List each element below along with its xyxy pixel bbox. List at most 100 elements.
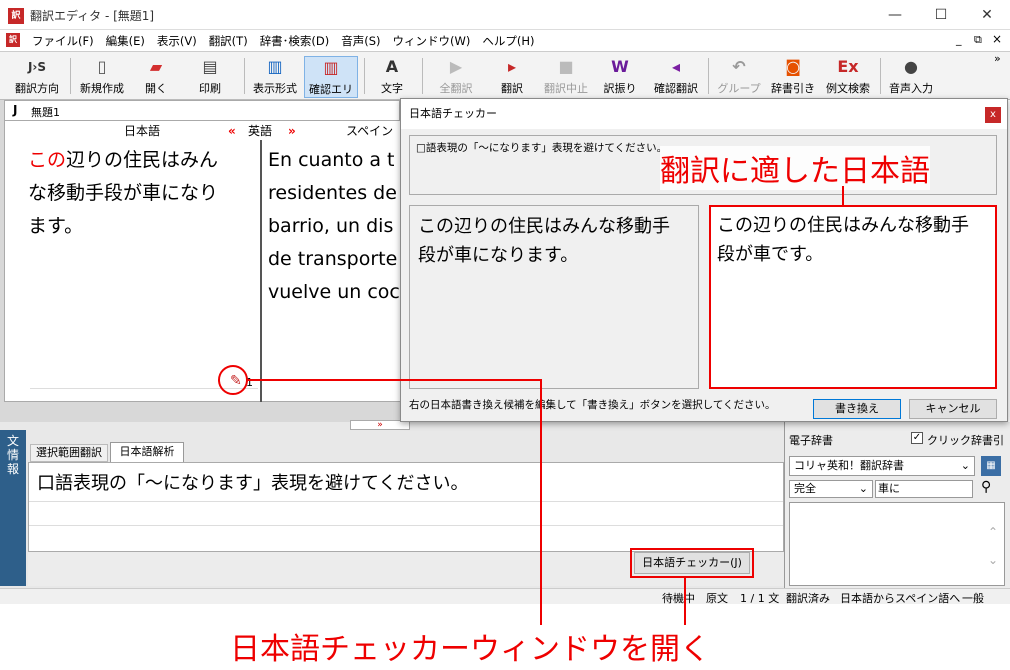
mdi-minimize-button[interactable]: _ bbox=[956, 33, 962, 46]
dictionary-results[interactable]: ⌃ ⌄ bbox=[789, 502, 1005, 586]
assign-button[interactable]: W 訳振り bbox=[598, 56, 642, 98]
menu-voice[interactable]: 音声(S) bbox=[335, 30, 386, 52]
mdi-restore-button[interactable]: ⧉ bbox=[974, 33, 982, 47]
example-icon: Ex bbox=[837, 57, 859, 76]
assign-icon: W bbox=[611, 57, 629, 76]
maximize-button[interactable]: ☐ bbox=[918, 0, 964, 30]
open-checker-annotation: 日本語チェッカーウィンドウを開く bbox=[230, 632, 710, 667]
close-button[interactable]: ✕ bbox=[964, 0, 1010, 30]
suggestion-text: この辺りの住民はみんな移動手段が車です。 bbox=[717, 215, 969, 265]
minimize-button[interactable]: — bbox=[872, 0, 918, 30]
pane-divider[interactable] bbox=[260, 140, 262, 402]
analysis-panel: 口語表現の「〜になります」表現を避けてください。 bbox=[28, 462, 784, 552]
japanese-column-header: 日本語 bbox=[124, 124, 161, 138]
spanish-column-header: スペイン bbox=[346, 124, 394, 138]
switch-left-arrow[interactable]: « bbox=[228, 122, 236, 140]
print-button[interactable]: ▤ 印刷 bbox=[186, 56, 234, 98]
match-mode-select[interactable]: 完全 ⌄ bbox=[789, 480, 873, 498]
status-field: 一般 bbox=[962, 592, 984, 605]
dialog-close-button[interactable]: x bbox=[985, 107, 1001, 123]
scroll-up-icon[interactable]: ⌃ bbox=[988, 525, 998, 539]
translate-all-button[interactable]: ▶ 全翻訳 bbox=[432, 56, 480, 98]
confirm-translate-button[interactable]: ◂ 確認翻訳 bbox=[650, 56, 702, 98]
group-button[interactable]: ↶ グループ bbox=[714, 56, 764, 98]
document-tab[interactable]: J 無題1 bbox=[4, 100, 400, 120]
status-sentence: 1 / 1 文 bbox=[740, 592, 780, 605]
confirm-icon: ◂ bbox=[671, 57, 681, 76]
printer-icon: ▤ bbox=[202, 57, 218, 76]
toolbar: J›S翻訳方向 ▯新規作成 ▰開く ▤印刷 ▥表示形式 ▥確認エリア A文字 ▶… bbox=[0, 52, 1010, 112]
text-button[interactable]: A 文字 bbox=[370, 56, 414, 98]
switch-right-arrow[interactable]: » bbox=[288, 122, 296, 140]
mdi-close-button[interactable]: × bbox=[992, 32, 1002, 46]
menu-edit[interactable]: 編集(E) bbox=[100, 30, 151, 52]
menu-help[interactable]: ヘルプ(H) bbox=[476, 30, 540, 52]
marker-highlight-circle bbox=[218, 365, 248, 395]
suggestion-text-box[interactable]: この辺りの住民はみんな移動手段が車です。 bbox=[709, 205, 997, 389]
binoculars-icon[interactable]: ⚲ bbox=[981, 479, 991, 495]
target-text-pane[interactable]: En cuanto a t residentes de barrio, un d… bbox=[268, 144, 406, 380]
app-logo-icon: 訳 bbox=[8, 8, 24, 24]
click-lookup-label: クリック辞書引 bbox=[927, 434, 1004, 447]
translate-button[interactable]: ▸ 翻訳 bbox=[490, 56, 534, 98]
play-all-icon: ▶ bbox=[449, 57, 463, 76]
title-bar: 訳 翻訳エディタ - [無題1] — ☐ ✕ bbox=[0, 0, 1010, 30]
checker-button-highlight bbox=[630, 548, 754, 578]
menu-dictionary[interactable]: 辞書･検索(D) bbox=[254, 30, 336, 52]
scroll-down-icon[interactable]: ⌄ bbox=[988, 553, 998, 567]
status-direction: 日本語からスペイン語へ bbox=[840, 592, 961, 605]
dictionary-search-input[interactable]: 車に bbox=[875, 480, 973, 498]
undo-group-icon: ↶ bbox=[732, 57, 746, 76]
status-bar: 待機中 原文 1 / 1 文 翻訳済み 日本語からスペイン語へ 一般 bbox=[0, 588, 1010, 605]
english-column-header[interactable]: 英語 bbox=[248, 122, 272, 140]
document-tab-label: 無題1 bbox=[31, 106, 60, 119]
dictionary-title: 電子辞書 bbox=[789, 434, 833, 447]
tab-japanese-analysis[interactable]: 日本語解析 bbox=[110, 442, 184, 462]
layout-icon: ▥ bbox=[267, 57, 283, 76]
dictionary-settings-icon[interactable]: ▦ bbox=[981, 456, 1001, 476]
menu-bar: 訳 ファイル(F) 編集(E) 表示(V) 翻訳(T) 辞書･検索(D) 音声(… bbox=[0, 30, 1010, 52]
direction-button[interactable]: J›S 翻訳方向 bbox=[8, 56, 66, 98]
tab-selection-translate[interactable]: 選択範囲翻訳 bbox=[30, 444, 108, 462]
status-state: 待機中 bbox=[662, 592, 695, 605]
voice-input-button[interactable]: ● 音声入力 bbox=[884, 56, 938, 98]
dict-lookup-button[interactable]: ◙ 辞書引き bbox=[768, 56, 818, 98]
menu-translate[interactable]: 翻訳(T) bbox=[203, 30, 254, 52]
toolbar-more-button[interactable]: » bbox=[994, 52, 1001, 65]
info-side-label: 文 情 報 bbox=[0, 430, 26, 586]
original-text-box: この辺りの住民はみんな移動手段が車になります。 bbox=[409, 205, 699, 389]
open-button[interactable]: ▰ 開く bbox=[134, 56, 178, 98]
direction-icon: J›S bbox=[27, 60, 47, 74]
new-file-icon: ▯ bbox=[97, 57, 107, 76]
new-button[interactable]: ▯ 新規作成 bbox=[74, 56, 130, 98]
menu-view[interactable]: 表示(V) bbox=[151, 30, 203, 52]
status-translated: 翻訳済み bbox=[786, 592, 830, 605]
menu-file[interactable]: ファイル(F) bbox=[26, 30, 100, 52]
suggestion-annotation: 翻訳に適した日本語 bbox=[660, 146, 930, 190]
stop-icon: ■ bbox=[558, 57, 574, 76]
dialog-title: 日本語チェッカー bbox=[401, 99, 1007, 129]
check-area-button[interactable]: ▥確認エリア bbox=[304, 56, 358, 112]
example-search-button[interactable]: Ex 例文検索 bbox=[822, 56, 874, 98]
click-lookup-checkbox[interactable]: ✓ bbox=[911, 432, 923, 444]
original-text: この辺りの住民はみんな移動手段が車になります。 bbox=[418, 216, 670, 266]
open-folder-icon: ▰ bbox=[149, 57, 163, 76]
replace-button[interactable]: 書き換え bbox=[813, 399, 901, 419]
dictionary-select[interactable]: コリャ英和！翻訳辞書 ⌄ bbox=[789, 456, 975, 476]
analysis-message: 口語表現の「〜になります」表現を避けてください。 bbox=[37, 473, 469, 494]
chevron-down-icon: ⌄ bbox=[960, 459, 970, 472]
display-format-button[interactable]: ▥ 表示形式 bbox=[248, 56, 302, 98]
menu-window[interactable]: ウィンドウ(W) bbox=[387, 30, 477, 52]
highlighted-word: この bbox=[28, 149, 67, 171]
cancel-button[interactable]: キャンセル bbox=[909, 399, 997, 419]
dictionary-panel: 電子辞書 ✓ クリック辞書引 コリャ英和！翻訳辞書 ⌄ ▦ 完全 ⌄ 車に ⚲ ⌃ … bbox=[784, 422, 1010, 588]
stop-button[interactable]: ■ 翻訳中止 bbox=[540, 56, 592, 98]
doc-icon: 訳 bbox=[6, 33, 20, 47]
translate-icon: ▸ bbox=[507, 57, 517, 76]
japanese-mark: J bbox=[13, 103, 18, 117]
source-text-pane[interactable]: この辺りの住民はみん な移動手段が車になり ます。 bbox=[28, 144, 258, 380]
microphone-icon: ● bbox=[904, 57, 918, 76]
dialog-hint: 右の日本語書き換え候補を編集して「書き換え」ボタンを選択してください。 bbox=[409, 399, 776, 411]
columns-icon: ▥ bbox=[323, 58, 339, 77]
dictionary-icon: ◙ bbox=[785, 57, 801, 76]
